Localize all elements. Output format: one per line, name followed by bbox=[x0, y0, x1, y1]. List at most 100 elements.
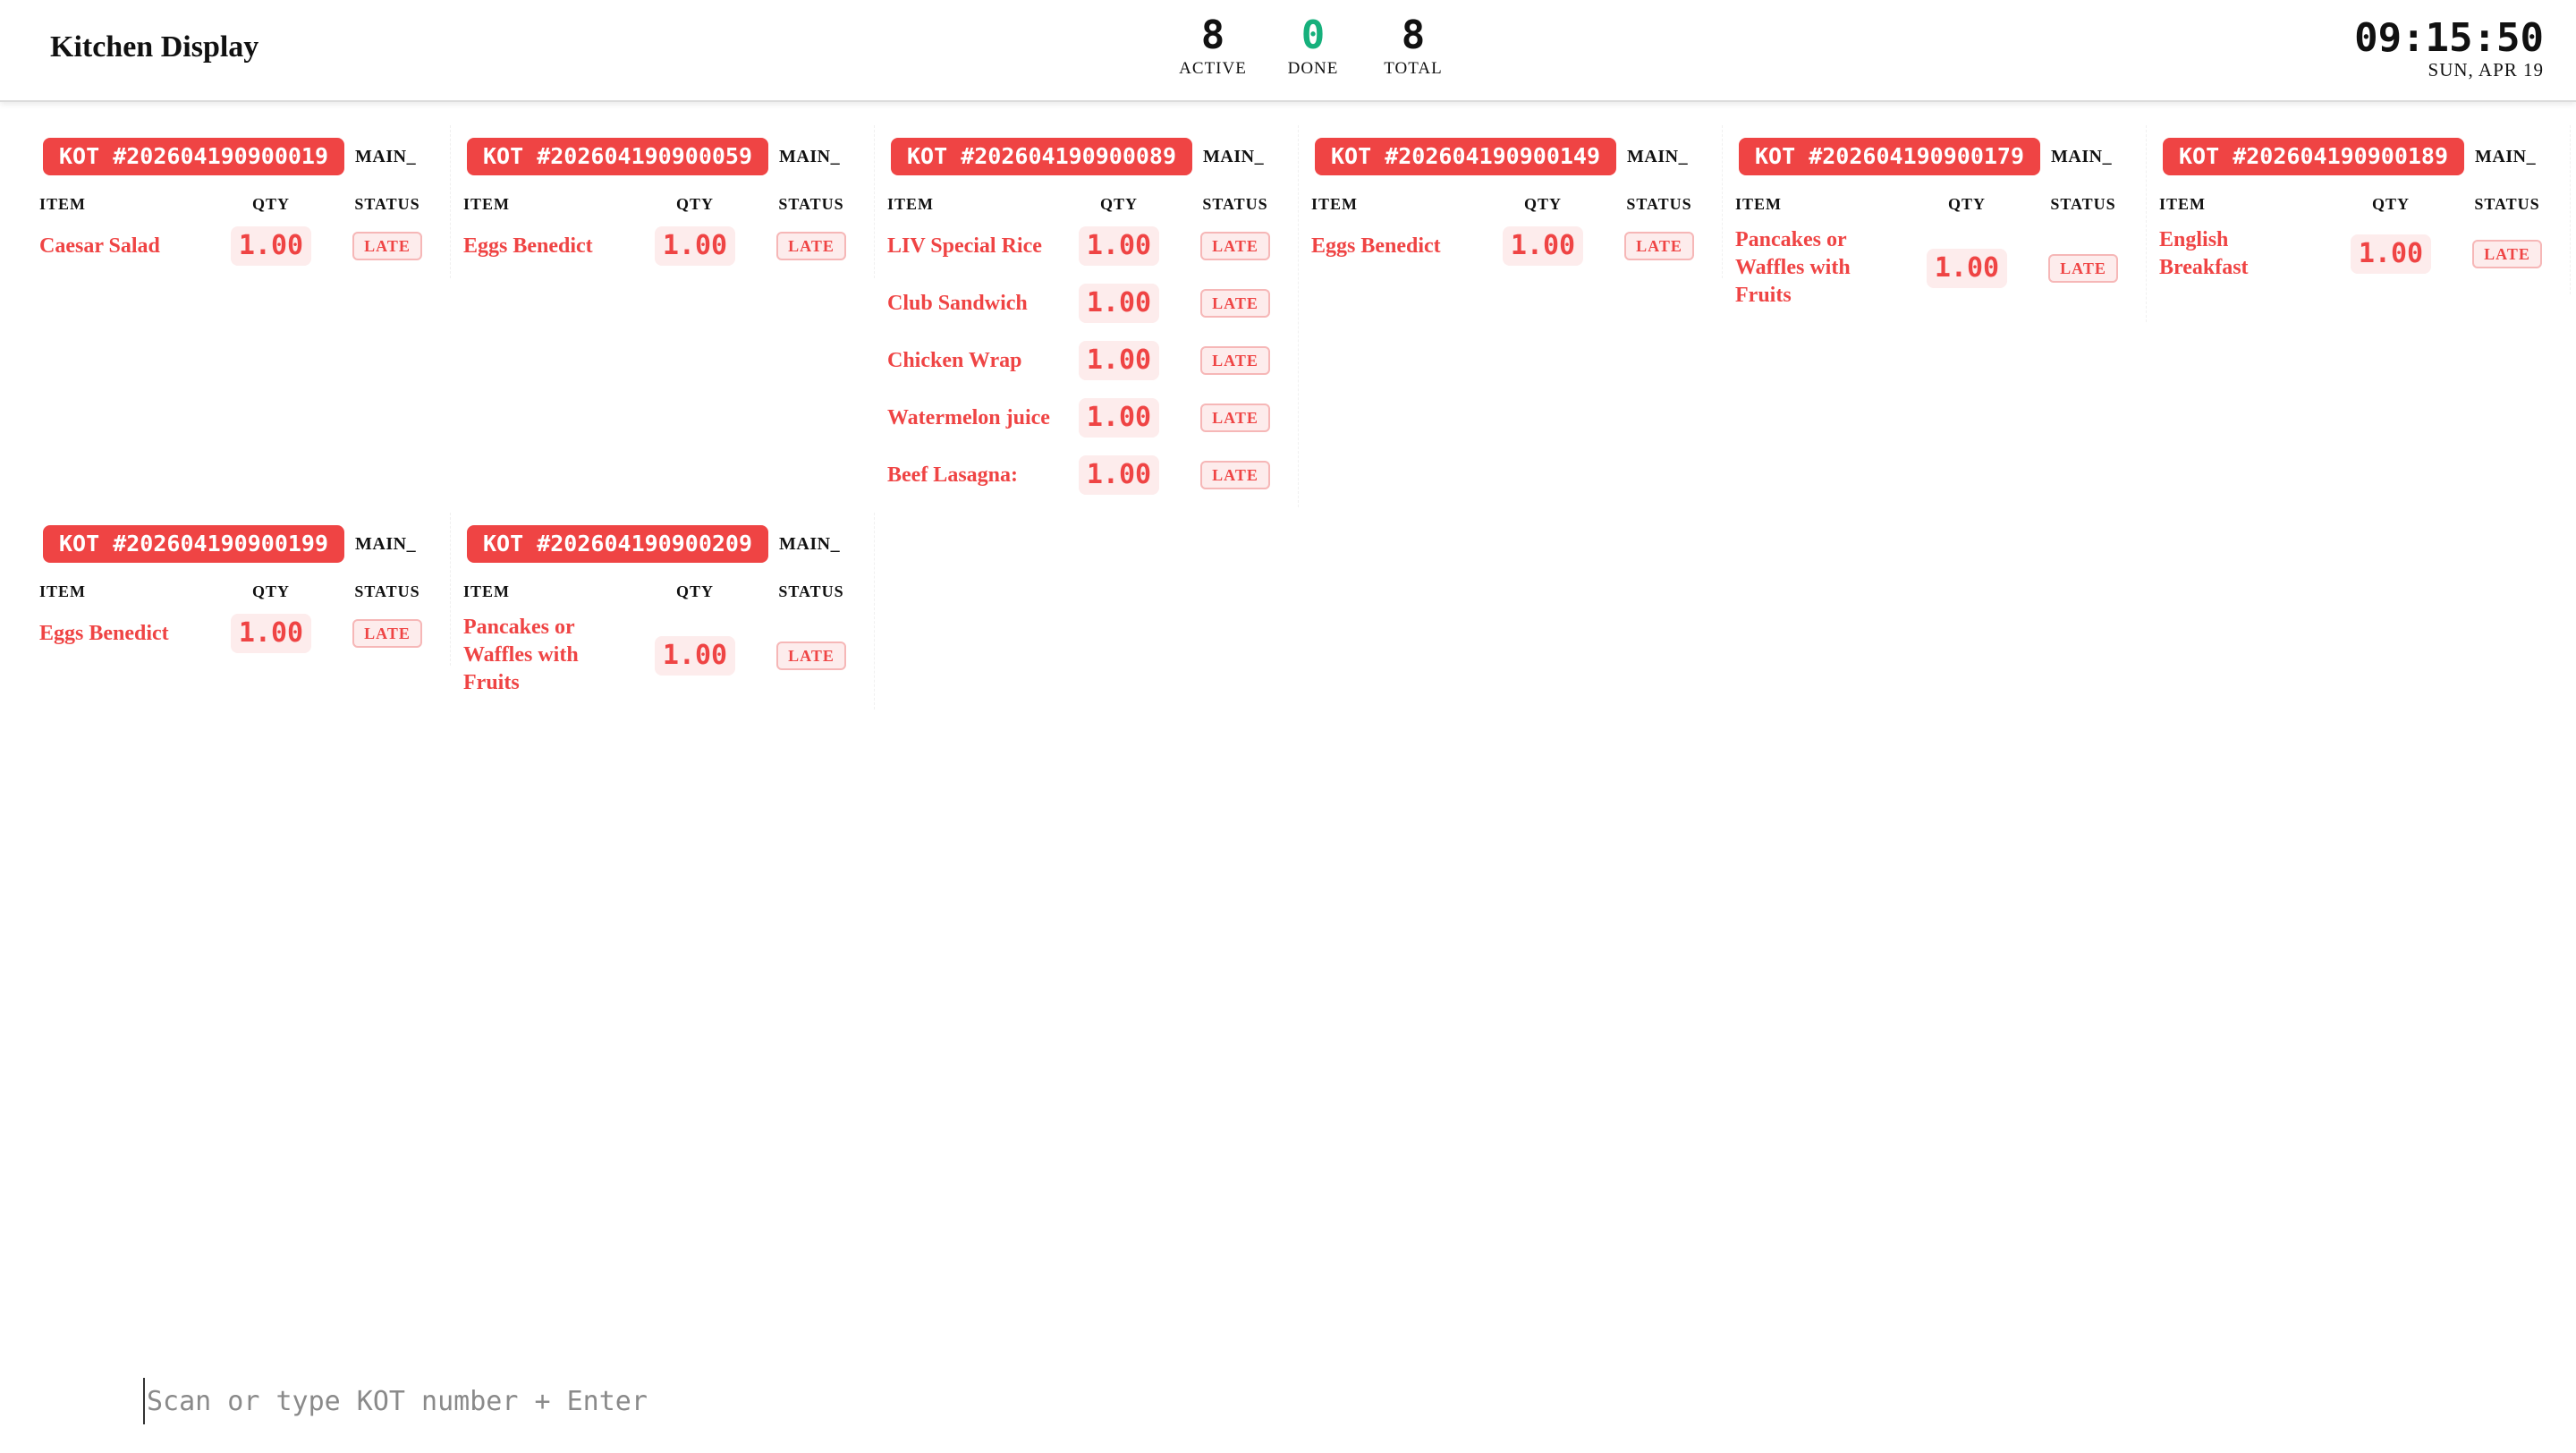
qty-pill: 1.00 bbox=[230, 614, 312, 653]
ticket-header: KOT #202604190900059 MAIN_ bbox=[467, 136, 870, 177]
qty-cell: 1.00 bbox=[1061, 455, 1177, 495]
column-header-qty: QTY bbox=[251, 582, 290, 600]
ticket-item-row[interactable]: Pancakes or Waffles with Fruits 1.00 LATE bbox=[1735, 226, 2142, 310]
column-header-qty: QTY bbox=[1947, 195, 1986, 213]
status-badge[interactable]: LATE bbox=[1200, 346, 1270, 375]
column-header-status: STATUS bbox=[354, 582, 420, 600]
ticket-header: KOT #202604190900199 MAIN_ bbox=[43, 523, 446, 565]
kot-ticket[interactable]: KOT #202604190900179 MAIN_ ITEM QTY STATUS Pa… bbox=[1723, 125, 2147, 322]
kot-number-badge[interactable]: KOT #202604190900059 bbox=[467, 138, 769, 175]
column-header-item: ITEM bbox=[887, 195, 935, 213]
status-badge[interactable]: LATE bbox=[352, 232, 422, 260]
item-name: Eggs Benedict bbox=[1311, 234, 1441, 258]
qty-cell: 1.00 bbox=[213, 614, 329, 653]
ticket-item-row[interactable]: Caesar Salad 1.00 LATE bbox=[39, 226, 446, 266]
kot-number-badge[interactable]: KOT #202604190900179 bbox=[1739, 138, 2041, 175]
item-name: Eggs Benedict bbox=[463, 234, 593, 258]
kot-ticket[interactable]: KOT #202604190900149 MAIN_ ITEM QTY STATUS Eg… bbox=[1299, 125, 1723, 278]
kot-ticket[interactable]: KOT #202604190900019 MAIN_ ITEM QTY STATUS Ca… bbox=[27, 125, 451, 278]
status-badge[interactable]: LATE bbox=[352, 619, 422, 648]
status-cell: LATE bbox=[2449, 240, 2565, 268]
status-badge[interactable]: LATE bbox=[1624, 232, 1694, 260]
item-name: Beef Lasagna: bbox=[887, 463, 1018, 487]
ticket-column-headers: ITEM QTY STATUS bbox=[463, 195, 870, 214]
status-cell: LATE bbox=[753, 232, 869, 260]
status-cell: LATE bbox=[1177, 346, 1293, 375]
ticket-item-row[interactable]: Watermelon juice 1.00 LATE bbox=[887, 398, 1294, 438]
column-header-status: STATUS bbox=[2474, 195, 2540, 213]
column-header-status: STATUS bbox=[1626, 195, 1692, 213]
column-header-item: ITEM bbox=[463, 195, 511, 213]
kot-number-badge[interactable]: KOT #202604190900189 bbox=[2163, 138, 2465, 175]
qty-cell: 1.00 bbox=[1061, 341, 1177, 380]
qty-pill: 1.00 bbox=[1078, 284, 1160, 323]
kot-scan-input[interactable] bbox=[143, 1378, 1220, 1424]
item-name: Chicken Wrap bbox=[887, 348, 1022, 372]
kot-number-badge[interactable]: KOT #202604190900089 bbox=[891, 138, 1193, 175]
status-cell: LATE bbox=[2025, 253, 2141, 283]
ticket-item-row[interactable]: Eggs Benedict 1.00 LATE bbox=[39, 614, 446, 653]
ticket-item-row[interactable]: English Breakfast 1.00 LATE bbox=[2159, 226, 2566, 282]
stat-active-label: ACTIVE bbox=[1179, 59, 1247, 78]
qty-pill: 1.00 bbox=[1926, 248, 2008, 288]
ticket-header: KOT #202604190900179 MAIN_ bbox=[1739, 136, 2142, 177]
stat-total-label: TOTAL bbox=[1384, 59, 1443, 78]
ticket-column-headers: ITEM QTY STATUS bbox=[39, 582, 446, 601]
kot-number-badge[interactable]: KOT #202604190900199 bbox=[43, 525, 345, 563]
kot-ticket[interactable]: KOT #202604190900059 MAIN_ ITEM QTY STATUS Eg… bbox=[451, 125, 875, 278]
kot-number-badge[interactable]: KOT #202604190900019 bbox=[43, 138, 345, 175]
ticket-column-headers: ITEM QTY STATUS bbox=[887, 195, 1294, 214]
column-header-status: STATUS bbox=[778, 195, 844, 213]
status-badge[interactable]: LATE bbox=[1200, 461, 1270, 489]
column-header-status: STATUS bbox=[354, 195, 420, 213]
ticket-item-row[interactable]: Beef Lasagna: 1.00 LATE bbox=[887, 455, 1294, 495]
item-name: Pancakes or Waffles with Fruits bbox=[463, 616, 579, 694]
qty-pill: 1.00 bbox=[654, 226, 736, 266]
status-cell: LATE bbox=[1177, 289, 1293, 318]
kot-ticket[interactable]: KOT #202604190900189 MAIN_ ITEM QTY STATUS En… bbox=[2147, 125, 2571, 294]
station-label: MAIN_ bbox=[2051, 146, 2113, 166]
status-badge[interactable]: LATE bbox=[1200, 404, 1270, 432]
stat-active: 8 ACTIVE bbox=[1163, 13, 1263, 79]
column-header-qty: QTY bbox=[2371, 195, 2410, 213]
ticket-item-row[interactable]: Club Sandwich 1.00 LATE bbox=[887, 284, 1294, 323]
ticket-board: KOT #202604190900019 MAIN_ ITEM QTY STATUS Ca… bbox=[27, 125, 2571, 710]
ticket-column-headers: ITEM QTY STATUS bbox=[463, 582, 870, 601]
stat-done-value: 0 bbox=[1301, 13, 1326, 58]
status-badge[interactable]: LATE bbox=[1200, 232, 1270, 260]
column-header-item: ITEM bbox=[463, 582, 511, 600]
qty-pill: 1.00 bbox=[1078, 341, 1160, 380]
qty-pill: 1.00 bbox=[2350, 234, 2432, 274]
column-header-qty: QTY bbox=[1523, 195, 1562, 213]
status-cell: LATE bbox=[329, 619, 445, 648]
status-badge[interactable]: LATE bbox=[2472, 240, 2542, 268]
status-badge[interactable]: LATE bbox=[2048, 253, 2118, 283]
column-header-qty: QTY bbox=[251, 195, 290, 213]
ticket-item-row[interactable]: Eggs Benedict 1.00 LATE bbox=[1311, 226, 1718, 266]
kot-ticket[interactable]: KOT #202604190900199 MAIN_ ITEM QTY STATUS Eg… bbox=[27, 513, 451, 666]
stat-done: 0 DONE bbox=[1263, 13, 1363, 79]
ticket-item-row[interactable]: LIV Special Rice 1.00 LATE bbox=[887, 226, 1294, 266]
qty-pill: 1.00 bbox=[1078, 455, 1160, 495]
station-label: MAIN_ bbox=[779, 146, 841, 166]
stat-active-value: 8 bbox=[1200, 13, 1225, 58]
qty-cell: 1.00 bbox=[637, 635, 753, 676]
ticket-item-row[interactable]: Chicken Wrap 1.00 LATE bbox=[887, 341, 1294, 380]
column-header-item: ITEM bbox=[1311, 195, 1359, 213]
ticket-item-row[interactable]: Eggs Benedict 1.00 LATE bbox=[463, 226, 870, 266]
kot-number-badge[interactable]: KOT #202604190900149 bbox=[1315, 138, 1617, 175]
kot-ticket[interactable]: KOT #202604190900209 MAIN_ ITEM QTY STATUS Pa… bbox=[451, 513, 875, 710]
status-badge[interactable]: LATE bbox=[1200, 289, 1270, 318]
status-badge[interactable]: LATE bbox=[776, 232, 846, 260]
status-badge[interactable]: LATE bbox=[776, 641, 846, 670]
kot-number-badge[interactable]: KOT #202604190900209 bbox=[467, 525, 769, 563]
ticket-header: KOT #202604190900019 MAIN_ bbox=[43, 136, 446, 177]
ticket-item-row[interactable]: Pancakes or Waffles with Fruits 1.00 LATE bbox=[463, 614, 870, 697]
status-cell: LATE bbox=[1177, 461, 1293, 489]
qty-cell: 1.00 bbox=[1061, 398, 1177, 438]
status-cell: LATE bbox=[753, 641, 869, 670]
kot-ticket[interactable]: KOT #202604190900089 MAIN_ ITEM QTY STATUS LI… bbox=[875, 125, 1299, 507]
ticket-column-headers: ITEM QTY STATUS bbox=[2159, 195, 2566, 214]
qty-pill: 1.00 bbox=[1078, 398, 1160, 438]
item-name: English Breakfast bbox=[2159, 228, 2249, 279]
